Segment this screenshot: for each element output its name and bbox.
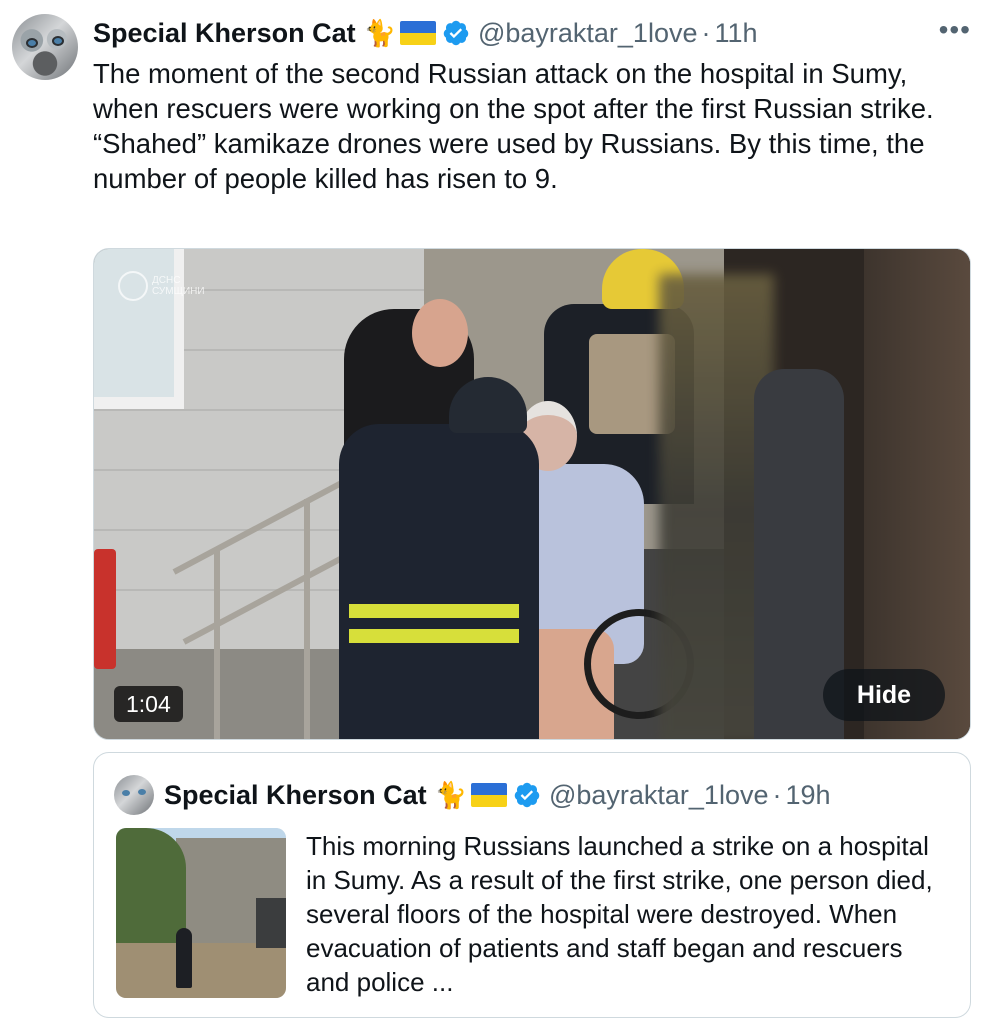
verified-badge-icon — [443, 20, 469, 46]
separator-dot: · — [701, 17, 711, 48]
video-frame-reflective-stripe — [349, 604, 519, 618]
more-options-icon[interactable]: ••• — [939, 16, 971, 44]
quoted-tweet-text: This morning Russians launched a strike … — [306, 831, 933, 997]
avatar-eye — [122, 790, 130, 796]
avatar[interactable] — [12, 14, 78, 80]
avatar-eye — [138, 789, 146, 795]
avatar-eye — [26, 38, 38, 48]
separator-dot: · — [772, 779, 782, 810]
video-frame-person-head — [412, 299, 468, 367]
video-player[interactable]: ДСНС СУМЩИНИ 1:04 Hide — [93, 248, 971, 740]
tweet-text: The moment of the second Russian attack … — [93, 58, 934, 194]
quoted-author-handle[interactable]: @bayraktar_1love — [549, 780, 769, 811]
video-frame-railing-post — [214, 549, 220, 739]
video-watermark: ДСНС СУМЩИНИ — [118, 271, 205, 301]
watermark-line: СУМЩИНИ — [152, 286, 205, 297]
video-frame-rescuer — [339, 424, 539, 739]
thumbnail-person — [176, 928, 192, 988]
avatar-eye — [52, 36, 64, 46]
video-frame-door — [864, 249, 970, 739]
quoted-tweet[interactable]: Special Kherson Cat 🐈 @bayraktar_1love ·… — [93, 752, 971, 1018]
ukraine-flag-icon — [470, 783, 507, 807]
tweet-header: Special Kherson Cat 🐈 @bayraktar_1love ·… — [93, 14, 758, 52]
video-frame-railing-post — [304, 499, 310, 739]
video-frame-extinguisher — [94, 549, 116, 669]
cat-emoji: 🐈 — [363, 17, 396, 48]
author-handle[interactable]: @bayraktar_1love — [478, 18, 698, 49]
author-name[interactable]: Special Kherson Cat — [93, 18, 356, 49]
quoted-tweet-header: Special Kherson Cat 🐈 @bayraktar_1love ·… — [164, 775, 831, 815]
quoted-tweet-time[interactable]: 19h — [785, 780, 830, 811]
quoted-author-name[interactable]: Special Kherson Cat — [164, 780, 427, 811]
video-duration-badge: 1:04 — [114, 686, 183, 722]
thumbnail-vehicle — [256, 898, 286, 948]
hide-button[interactable]: Hide — [823, 669, 945, 721]
emblem-icon — [118, 271, 148, 301]
video-frame-reflective-stripe — [349, 629, 519, 643]
quoted-avatar[interactable] — [114, 775, 154, 815]
watermark-line: ДСНС — [152, 275, 181, 286]
cat-emoji: 🐈 — [434, 779, 467, 810]
quoted-media-thumbnail[interactable] — [116, 828, 286, 998]
thumbnail-ground — [116, 943, 286, 998]
verified-badge-icon — [514, 782, 540, 808]
tweet-time[interactable]: 11h — [714, 18, 757, 49]
ukraine-flag-icon — [399, 21, 436, 45]
